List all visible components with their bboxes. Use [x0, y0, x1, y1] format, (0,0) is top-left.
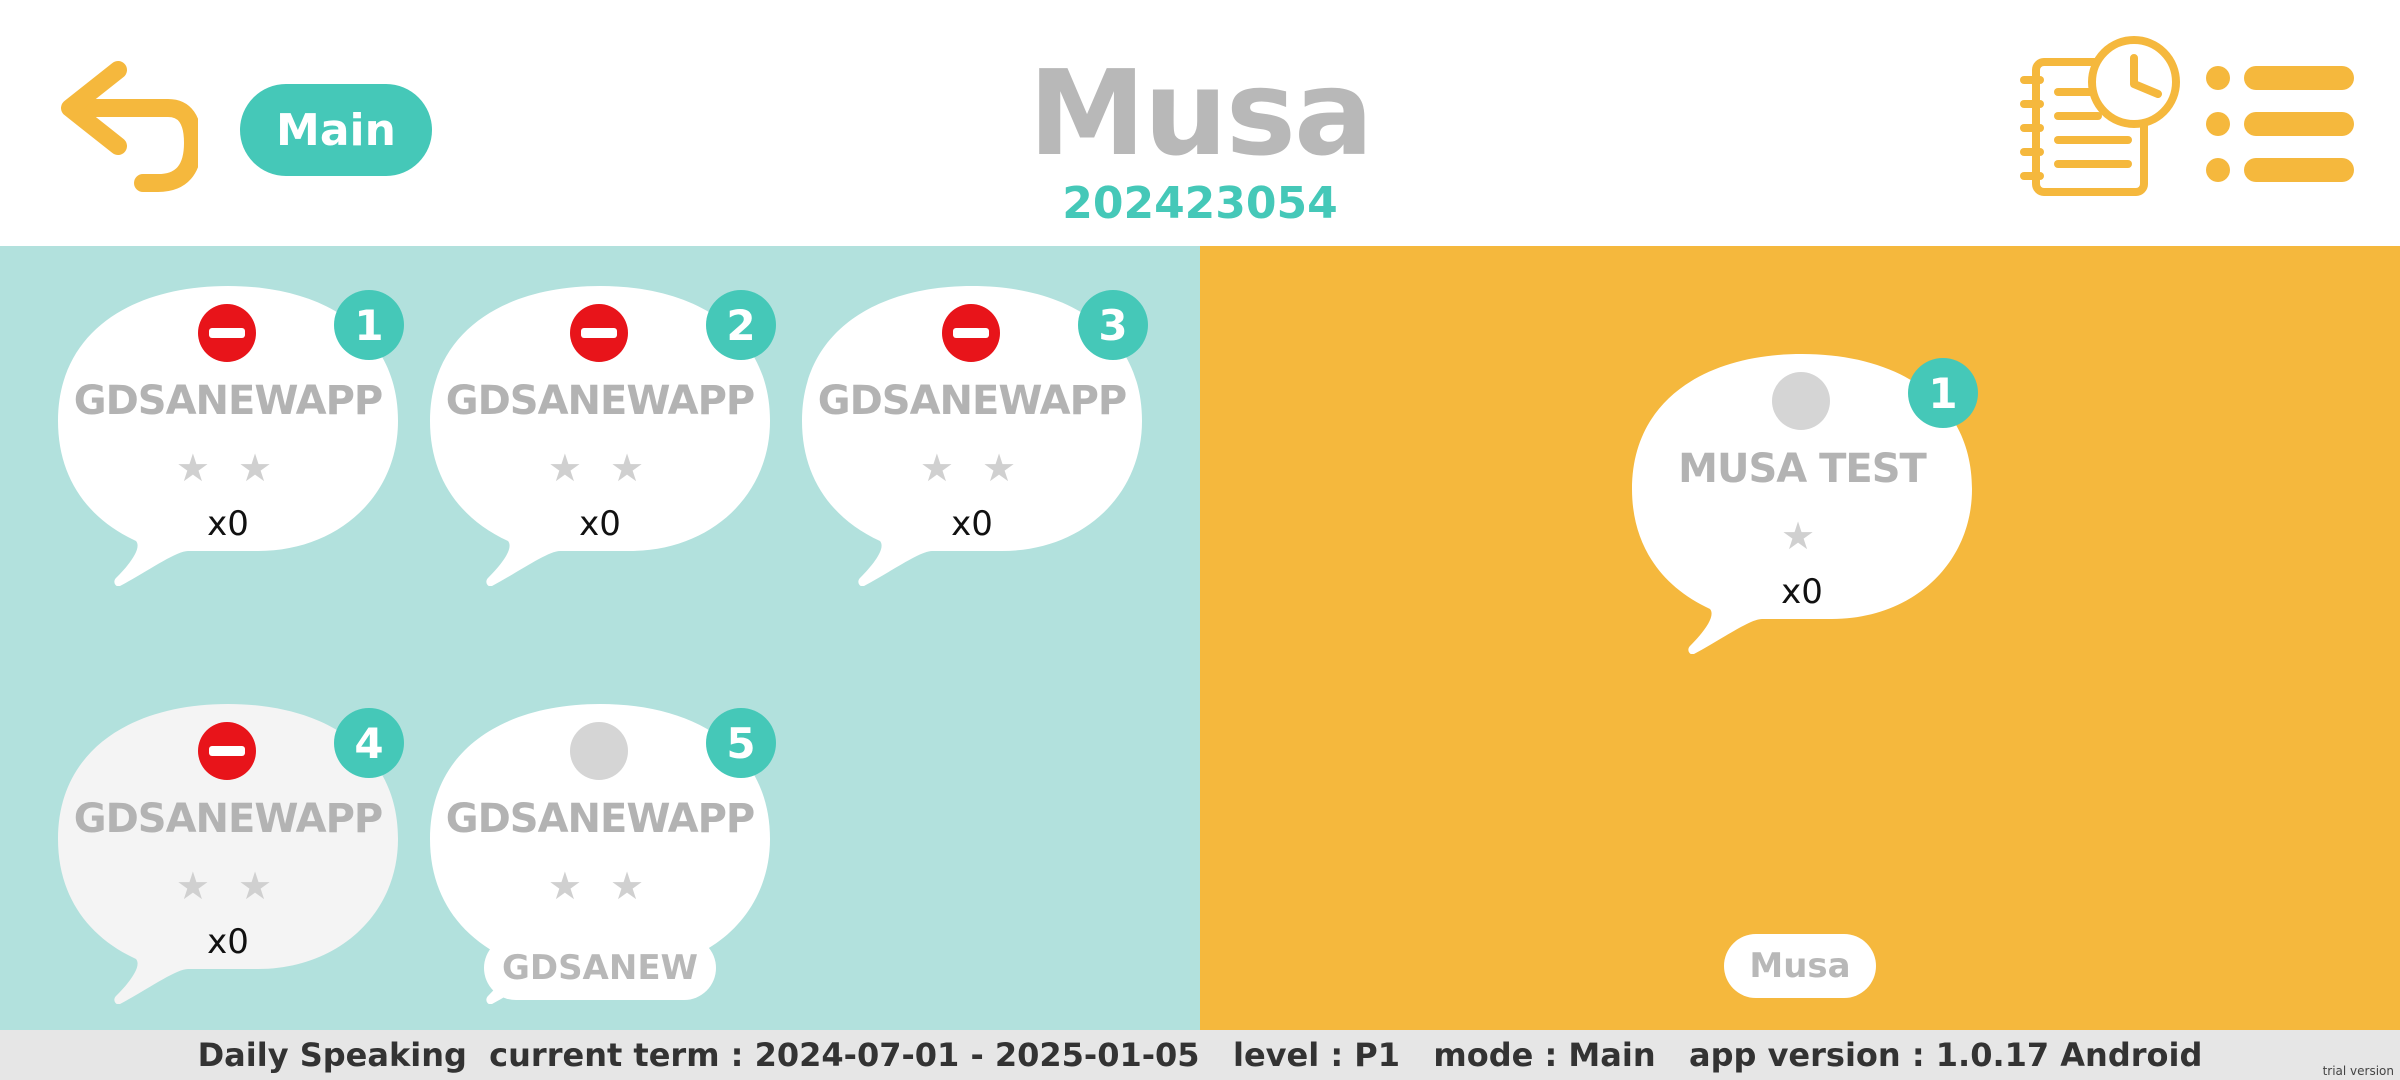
no-entry-icon	[942, 304, 1000, 362]
lesson-count: x0	[579, 504, 621, 544]
status-dot-icon	[570, 722, 628, 780]
list-menu-icon[interactable]	[2204, 62, 2354, 186]
student-name-title: Musa	[1028, 44, 1373, 182]
lesson-count: x0	[951, 504, 993, 544]
lesson-title: MUSA TEST	[1678, 446, 1927, 492]
lesson-number-badge: 5	[706, 708, 776, 778]
schedule-clipboard-icon[interactable]	[2018, 32, 2184, 200]
floating-name-tag[interactable]: Musa	[1724, 934, 1876, 998]
student-id: 202423054	[1062, 178, 1338, 229]
lesson-card[interactable]: 3 GDSANEWAPP ★ ★ x0	[802, 286, 1148, 586]
star-icon: ★	[1780, 514, 1824, 558]
lesson-card[interactable]: 1 MUSA TEST ★ x0	[1632, 354, 1978, 654]
lesson-title: GDSANEWAPP	[817, 378, 1128, 424]
lesson-count: x0	[207, 922, 249, 962]
trial-watermark: trial version	[2322, 1064, 2394, 1078]
status-dot-icon	[1772, 372, 1830, 430]
status-footer: Daily Speaking current term : 2024-07-01…	[0, 1030, 2400, 1080]
lesson-number-badge: 1	[334, 290, 404, 360]
lesson-title: GDSANEWAPP	[73, 378, 384, 424]
back-arrow-icon[interactable]	[48, 48, 198, 198]
lesson-count: x0	[207, 504, 249, 544]
lesson-title: GDSANEWAPP	[73, 796, 384, 842]
left-panel: 1 GDSANEWAPP ★ ★ x0 2 GDSANEWAPP ★ ★ x0 …	[0, 246, 1200, 1030]
lesson-card[interactable]: 1 GDSANEWAPP ★ ★ x0	[58, 286, 404, 586]
star-icon: ★ ★	[547, 864, 653, 908]
main-button[interactable]: Main	[240, 84, 432, 176]
star-icon: ★ ★	[547, 446, 653, 490]
lesson-count: x0	[1781, 572, 1823, 612]
floating-name-tag[interactable]: GDSANEW	[484, 936, 716, 1000]
no-entry-icon	[198, 722, 256, 780]
lesson-number-badge: 4	[334, 708, 404, 778]
star-icon: ★ ★	[919, 446, 1025, 490]
lesson-card[interactable]: 2 GDSANEWAPP ★ ★ x0	[430, 286, 776, 586]
lesson-number-badge: 1	[1908, 358, 1978, 428]
lesson-number-badge: 2	[706, 290, 776, 360]
lesson-card[interactable]: 4 GDSANEWAPP ★ ★ x0	[58, 704, 404, 1004]
no-entry-icon	[570, 304, 628, 362]
star-icon: ★ ★	[175, 864, 281, 908]
no-entry-icon	[198, 304, 256, 362]
star-icon: ★ ★	[175, 446, 281, 490]
header-bar: Main Musa 202423054	[0, 0, 2400, 246]
right-panel: 1 MUSA TEST ★ x0 Musa	[1200, 246, 2400, 1030]
lesson-title: GDSANEWAPP	[445, 796, 756, 842]
lesson-number-badge: 3	[1078, 290, 1148, 360]
lesson-title: GDSANEWAPP	[445, 378, 756, 424]
